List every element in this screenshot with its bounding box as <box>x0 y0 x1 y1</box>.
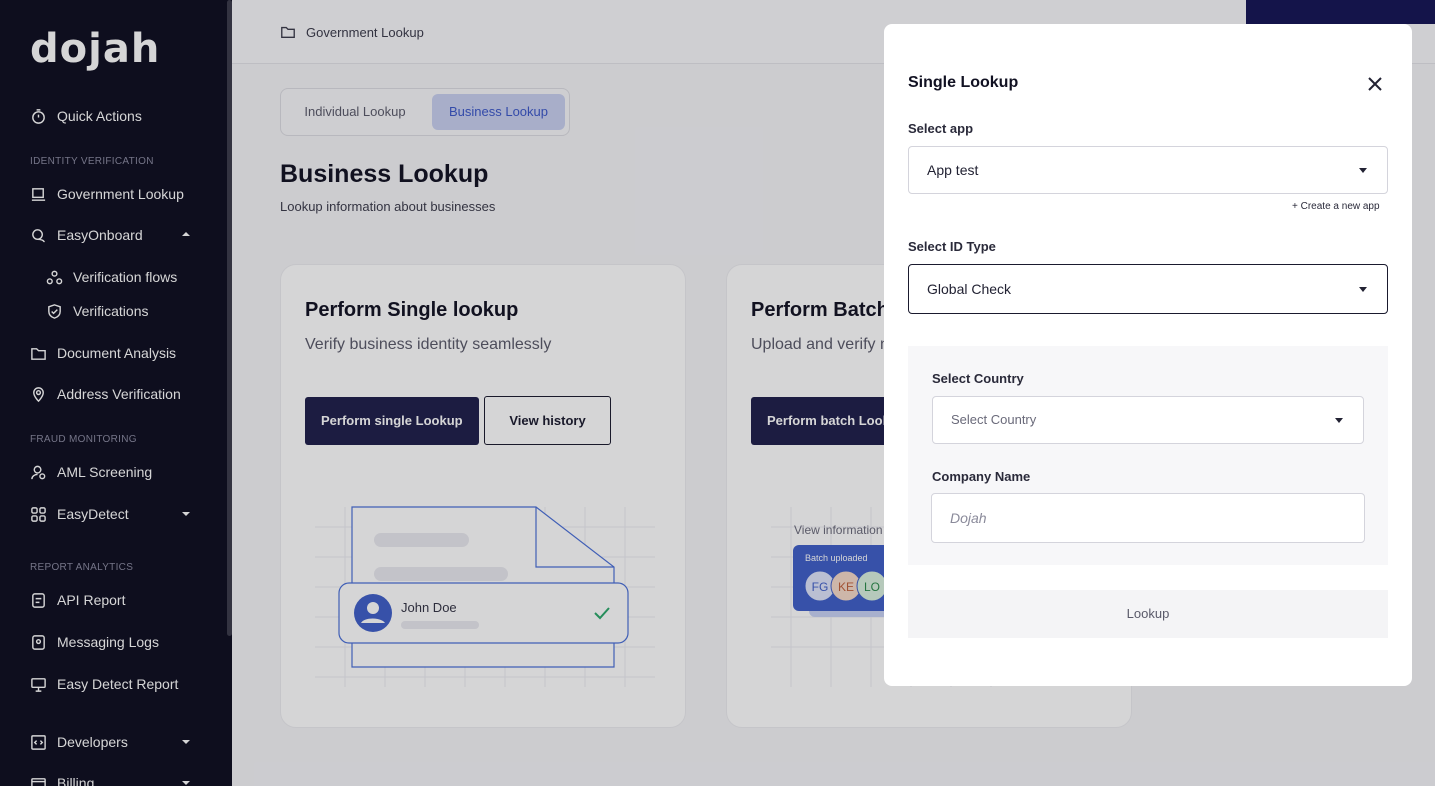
id-type-dropdown[interactable]: Global Check <box>908 264 1388 314</box>
select-app-dropdown[interactable]: App test <box>908 146 1388 194</box>
lookup-fields-panel: Select Country Select Country Company Na… <box>908 346 1388 565</box>
lookup-button[interactable]: Lookup <box>908 590 1388 638</box>
company-name-label: Company Name <box>932 469 1031 484</box>
company-name-placeholder: Dojah <box>950 510 987 526</box>
modal-title: Single Lookup <box>908 74 1019 91</box>
id-type-label: Select ID Type <box>908 239 996 254</box>
country-placeholder: Select Country <box>951 412 1037 427</box>
chevron-down-icon <box>1359 287 1367 292</box>
chevron-down-icon <box>1359 168 1367 173</box>
select-app-value: App test <box>927 162 979 178</box>
company-name-input[interactable]: Dojah <box>931 493 1365 543</box>
chevron-down-icon <box>1335 418 1343 423</box>
header-accent-strip <box>1246 0 1435 24</box>
country-label: Select Country <box>932 371 1024 386</box>
close-icon[interactable] <box>1366 75 1384 93</box>
create-new-app-link[interactable]: + Create a new app <box>1292 201 1380 212</box>
country-dropdown[interactable]: Select Country <box>932 396 1364 444</box>
single-lookup-modal: Single Lookup Select app App test + Crea… <box>884 24 1412 686</box>
select-app-label: Select app <box>908 121 974 136</box>
id-type-value: Global Check <box>927 281 1012 297</box>
